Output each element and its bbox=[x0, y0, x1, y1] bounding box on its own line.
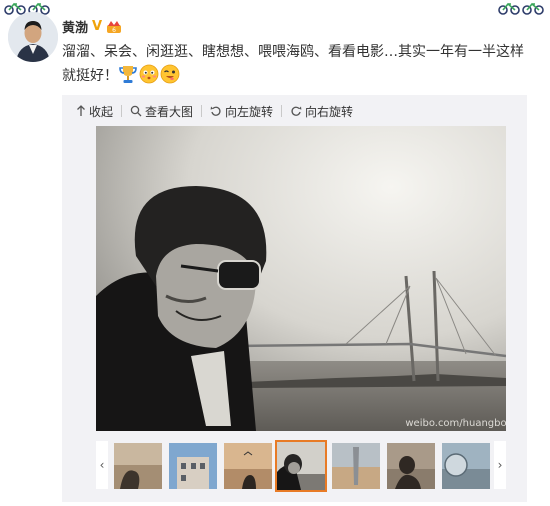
thumbnail-5[interactable] bbox=[332, 443, 380, 489]
thumbnail-7[interactable] bbox=[442, 443, 490, 489]
rotate-right-icon bbox=[291, 106, 302, 116]
svg-text:6: 6 bbox=[112, 27, 116, 34]
bicycle-icon bbox=[522, 2, 544, 15]
image-toolbar: 收起 查看大图 向左旋转 向右旋转 bbox=[76, 99, 353, 123]
prev-arrow-icon[interactable]: ‹ bbox=[96, 441, 108, 489]
avatar[interactable] bbox=[8, 12, 58, 62]
user-name-row: 黄渤 V 6 bbox=[62, 16, 122, 36]
thumbnail-1[interactable] bbox=[114, 443, 162, 489]
user-avatar-photo bbox=[8, 12, 58, 62]
crown-badge-icon[interactable]: 6 bbox=[106, 19, 122, 34]
selfie-bridge-photo: weibo.com/huangbo bbox=[96, 126, 506, 431]
toolbar-divider bbox=[121, 105, 123, 117]
rotate-right-label: 向右旋转 bbox=[305, 104, 354, 119]
trophy-icon bbox=[118, 64, 138, 84]
main-photo[interactable]: weibo.com/huangbo bbox=[96, 126, 506, 431]
watermark-text: weibo.com/huangbo bbox=[405, 418, 506, 429]
rotate-left-button[interactable]: 向左旋转 bbox=[210, 103, 273, 120]
toolbar-divider bbox=[281, 105, 283, 117]
arrow-up-icon bbox=[77, 105, 85, 116]
blush-face-icon bbox=[139, 64, 159, 84]
collapse-label: 收起 bbox=[89, 104, 114, 119]
view-large-label: 查看大图 bbox=[145, 104, 194, 119]
magnifier-icon bbox=[130, 105, 142, 117]
thumbnail-3[interactable] bbox=[224, 443, 272, 489]
post-text: 溜溜、呆会、闲逛逛、瞎想想、喂喂海鸥、看看电影…其实一年有一半这样就挺好！ bbox=[62, 40, 532, 88]
rotate-left-icon bbox=[210, 106, 221, 116]
next-arrow-icon[interactable]: › bbox=[494, 441, 506, 489]
rotate-left-label: 向左旋转 bbox=[225, 104, 274, 119]
view-large-button[interactable]: 查看大图 bbox=[130, 103, 193, 120]
wink-face-icon bbox=[160, 64, 180, 84]
toolbar-divider bbox=[201, 105, 203, 117]
verified-badge-icon[interactable]: V bbox=[92, 20, 102, 33]
thumbnail-strip: ‹ › bbox=[96, 439, 506, 493]
thumbnail-6[interactable] bbox=[387, 443, 435, 489]
thumbnail-2[interactable] bbox=[169, 443, 217, 489]
user-name[interactable]: 黄渤 bbox=[62, 17, 88, 36]
decoration-right bbox=[498, 0, 544, 16]
media-viewer: 收起 查看大图 向左旋转 向右旋转 weibo.com/huangbo ‹ › bbox=[62, 95, 527, 502]
rotate-right-button[interactable]: 向右旋转 bbox=[290, 103, 353, 120]
collapse-button[interactable]: 收起 bbox=[76, 103, 113, 120]
bicycle-icon bbox=[498, 2, 520, 15]
thumbnail-4[interactable] bbox=[275, 440, 327, 492]
